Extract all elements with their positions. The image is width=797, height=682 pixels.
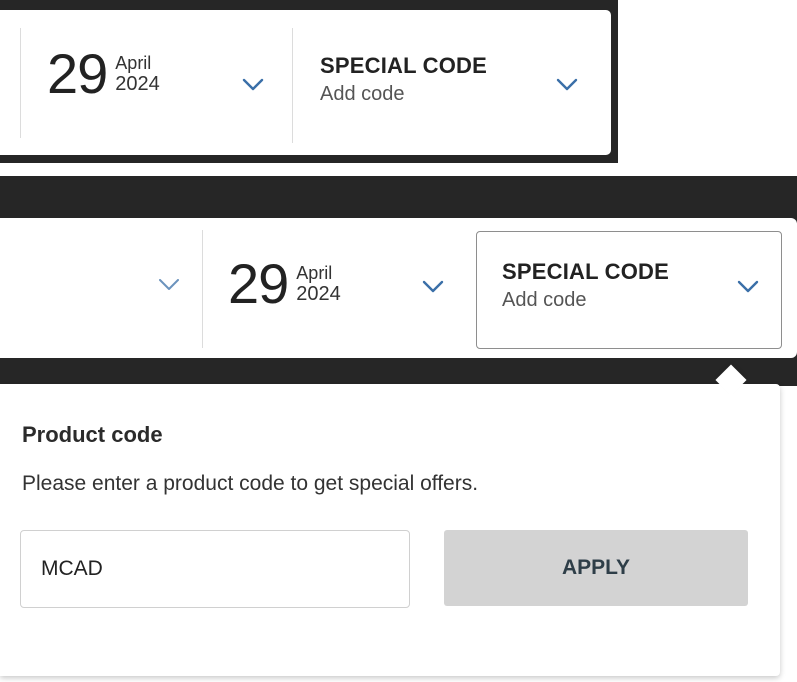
special-code-selector-active[interactable]: SPECIAL CODE Add code bbox=[476, 231, 782, 349]
popover-title: Product code bbox=[22, 422, 163, 447]
special-code-value: Add code bbox=[320, 83, 405, 105]
date-month-year: April 2024 bbox=[115, 53, 160, 95]
product-code-input[interactable] bbox=[21, 531, 409, 607]
date-day: 29 bbox=[47, 42, 108, 105]
divider bbox=[292, 28, 293, 143]
date-year: 2024 bbox=[115, 73, 160, 95]
date-month: April bbox=[296, 263, 333, 283]
apply-button[interactable]: APPLY bbox=[444, 530, 748, 606]
special-code-selector[interactable]: SPECIAL CODE Add code bbox=[320, 54, 487, 106]
booking-bar: 29 April 2024 SPECIAL CODE Add code bbox=[0, 10, 611, 155]
bottom-screenshot-panel: 29 April 2024 SPECIAL CODE Add code Prod… bbox=[0, 176, 797, 682]
top-screenshot-panel: 29 April 2024 SPECIAL CODE Add code bbox=[0, 0, 618, 163]
popover-description: Please enter a product code to get speci… bbox=[22, 472, 479, 495]
special-code-label-group: SPECIAL CODE Add code bbox=[502, 260, 669, 312]
chevron-down-icon[interactable] bbox=[422, 280, 444, 294]
date-day: 29 bbox=[228, 252, 289, 315]
date-year: 2024 bbox=[296, 283, 341, 305]
date-selector[interactable]: 29 April 2024 bbox=[228, 256, 341, 312]
date-selector[interactable]: 29 April 2024 bbox=[47, 46, 160, 102]
date-month-year: April 2024 bbox=[296, 263, 341, 305]
special-code-value: Add code bbox=[502, 289, 587, 311]
special-code-title: SPECIAL CODE bbox=[320, 53, 488, 78]
chevron-down-icon[interactable] bbox=[158, 278, 180, 292]
product-code-field[interactable] bbox=[20, 530, 410, 608]
chevron-down-icon[interactable] bbox=[242, 78, 264, 92]
special-code-title: SPECIAL CODE bbox=[502, 259, 670, 284]
divider bbox=[202, 230, 203, 348]
divider bbox=[20, 28, 21, 138]
chevron-down-icon[interactable] bbox=[737, 280, 759, 294]
chevron-down-icon[interactable] bbox=[556, 78, 578, 92]
date-month: April bbox=[115, 53, 152, 73]
